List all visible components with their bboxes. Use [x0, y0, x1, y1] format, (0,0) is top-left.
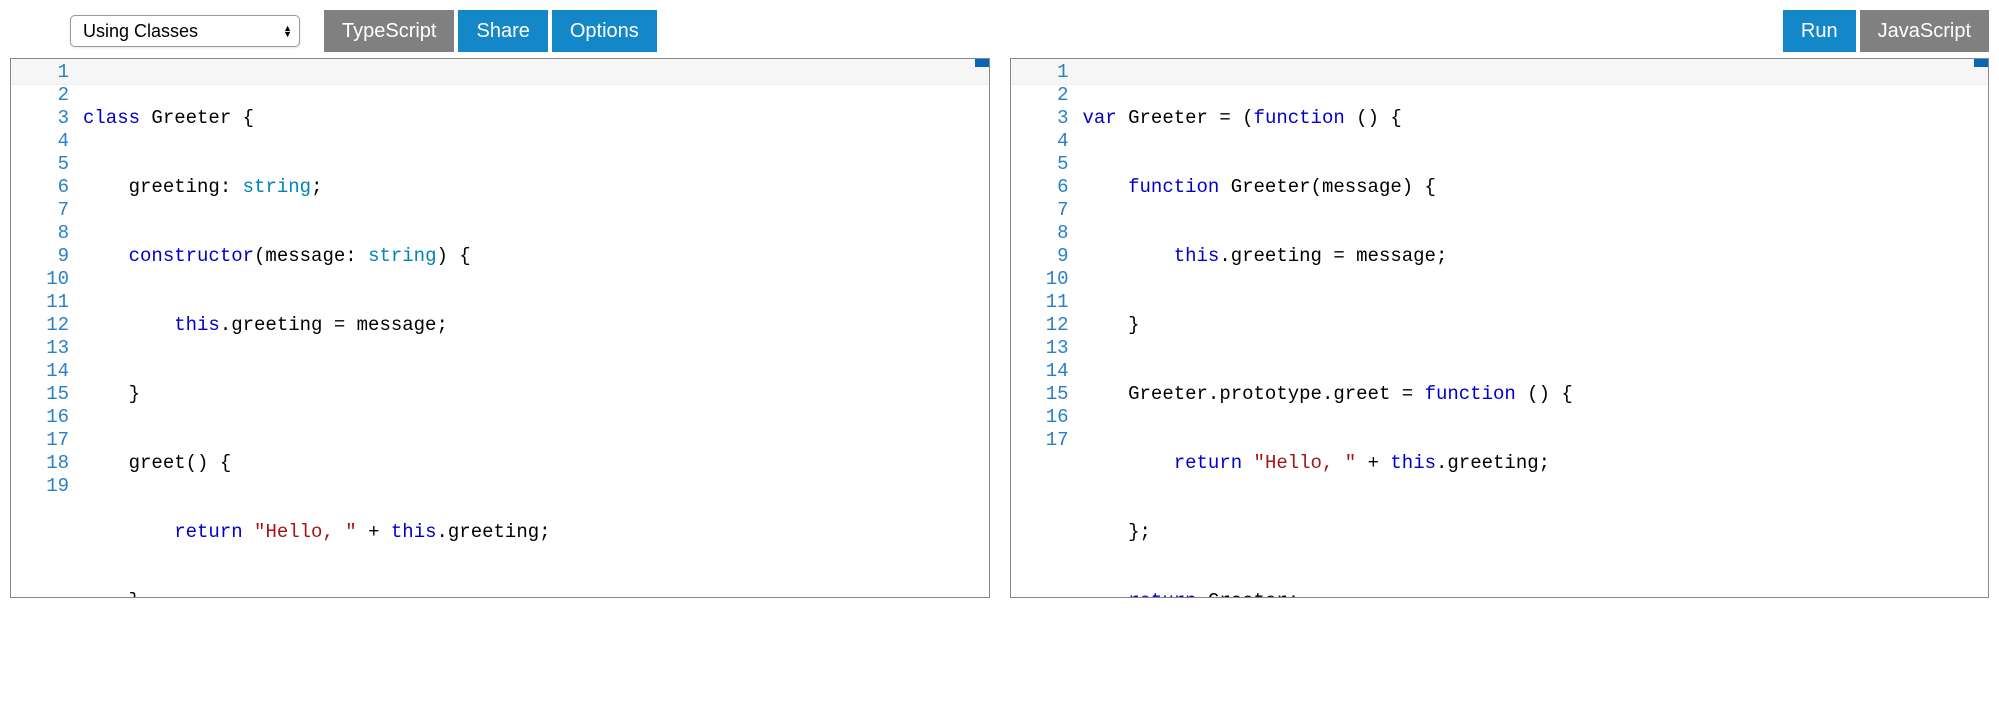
line-number: 12: [1011, 314, 1069, 337]
line-number: 7: [1011, 199, 1069, 222]
line-number: 11: [11, 291, 69, 314]
line-number: 13: [1011, 337, 1069, 360]
line-gutter: 1 2 3 4 5 6 7 8 9 10 11 12 13 14 15 16 1: [1011, 61, 1083, 598]
line-number: 6: [1011, 176, 1069, 199]
line-number: 9: [11, 245, 69, 268]
line-number: 5: [1011, 153, 1069, 176]
line-number: 3: [11, 107, 69, 130]
line-number: 13: [11, 337, 69, 360]
run-button[interactable]: Run: [1783, 10, 1856, 52]
right-pane: Run JavaScript 1 2 3 4 5 6 7 8 9 10 11: [1010, 10, 1990, 598]
right-toolbar: Run JavaScript: [1010, 10, 1990, 52]
example-select[interactable]: Using Classes: [70, 15, 300, 47]
line-number: 3: [1011, 107, 1069, 130]
line-number: 7: [11, 199, 69, 222]
code-line: greeting: string;: [83, 176, 989, 199]
line-number: 9: [1011, 245, 1069, 268]
line-number: 16: [11, 406, 69, 429]
line-number: 10: [1011, 268, 1069, 291]
code-lines[interactable]: class Greeter { greeting: string; constr…: [83, 61, 989, 598]
line-number: 2: [11, 84, 69, 107]
code-lines[interactable]: var Greeter = (function () { function Gr…: [1083, 61, 1989, 598]
code-line: }: [1083, 314, 1989, 337]
code-line: };: [1083, 521, 1989, 544]
line-number: 15: [1011, 383, 1069, 406]
code-line: return Greeter;: [1083, 590, 1989, 598]
code-line: constructor(message: string) {: [83, 245, 989, 268]
share-button[interactable]: Share: [458, 10, 547, 52]
code-line: }: [83, 590, 989, 598]
typescript-button[interactable]: TypeScript: [324, 10, 454, 52]
line-number: 6: [11, 176, 69, 199]
example-select-wrapper: Using Classes ▲▼: [70, 15, 300, 47]
line-number: 18: [11, 452, 69, 475]
line-number: 17: [11, 429, 69, 452]
code-line: return "Hello, " + this.greeting;: [1083, 452, 1989, 475]
line-number: 1: [11, 61, 69, 84]
line-number: 11: [1011, 291, 1069, 314]
code-line: function Greeter(message) {: [1083, 176, 1989, 199]
code-line: Greeter.prototype.greet = function () {: [1083, 383, 1989, 406]
line-number: 14: [11, 360, 69, 383]
line-number: 10: [11, 268, 69, 291]
line-gutter: 1 2 3 4 5 6 7 8 9 10 11 12 13 14 15 16 1: [11, 61, 83, 598]
javascript-output-editor[interactable]: 1 2 3 4 5 6 7 8 9 10 11 12 13 14 15 16 1: [1010, 58, 1990, 598]
line-number: 19: [11, 475, 69, 498]
code-area: 1 2 3 4 5 6 7 8 9 10 11 12 13 14 15 16 1: [11, 59, 989, 598]
left-pane: Using Classes ▲▼ TypeScript Share Option…: [10, 10, 990, 598]
line-number: 12: [11, 314, 69, 337]
line-number: 16: [1011, 406, 1069, 429]
javascript-button[interactable]: JavaScript: [1860, 10, 1989, 52]
line-number: 1: [1011, 61, 1069, 84]
code-line: return "Hello, " + this.greeting;: [83, 521, 989, 544]
line-number: 8: [1011, 222, 1069, 245]
code-line: this.greeting = message;: [83, 314, 989, 337]
line-number: 5: [11, 153, 69, 176]
code-area: 1 2 3 4 5 6 7 8 9 10 11 12 13 14 15 16 1: [1011, 59, 1989, 598]
code-line: }: [83, 383, 989, 406]
line-number: 4: [11, 130, 69, 153]
code-line: greet() {: [83, 452, 989, 475]
line-number: 15: [11, 383, 69, 406]
typescript-editor[interactable]: 1 2 3 4 5 6 7 8 9 10 11 12 13 14 15 16 1: [10, 58, 990, 598]
playground-container: Using Classes ▲▼ TypeScript Share Option…: [10, 10, 1989, 598]
code-line: this.greeting = message;: [1083, 245, 1989, 268]
line-number: 14: [1011, 360, 1069, 383]
code-line: class Greeter {: [83, 107, 989, 130]
left-toolbar: Using Classes ▲▼ TypeScript Share Option…: [10, 10, 990, 52]
code-line: var Greeter = (function () {: [1083, 107, 1989, 130]
line-number: 2: [1011, 84, 1069, 107]
options-button[interactable]: Options: [552, 10, 657, 52]
line-number: 4: [1011, 130, 1069, 153]
line-number: 17: [1011, 429, 1069, 452]
line-number: 8: [11, 222, 69, 245]
